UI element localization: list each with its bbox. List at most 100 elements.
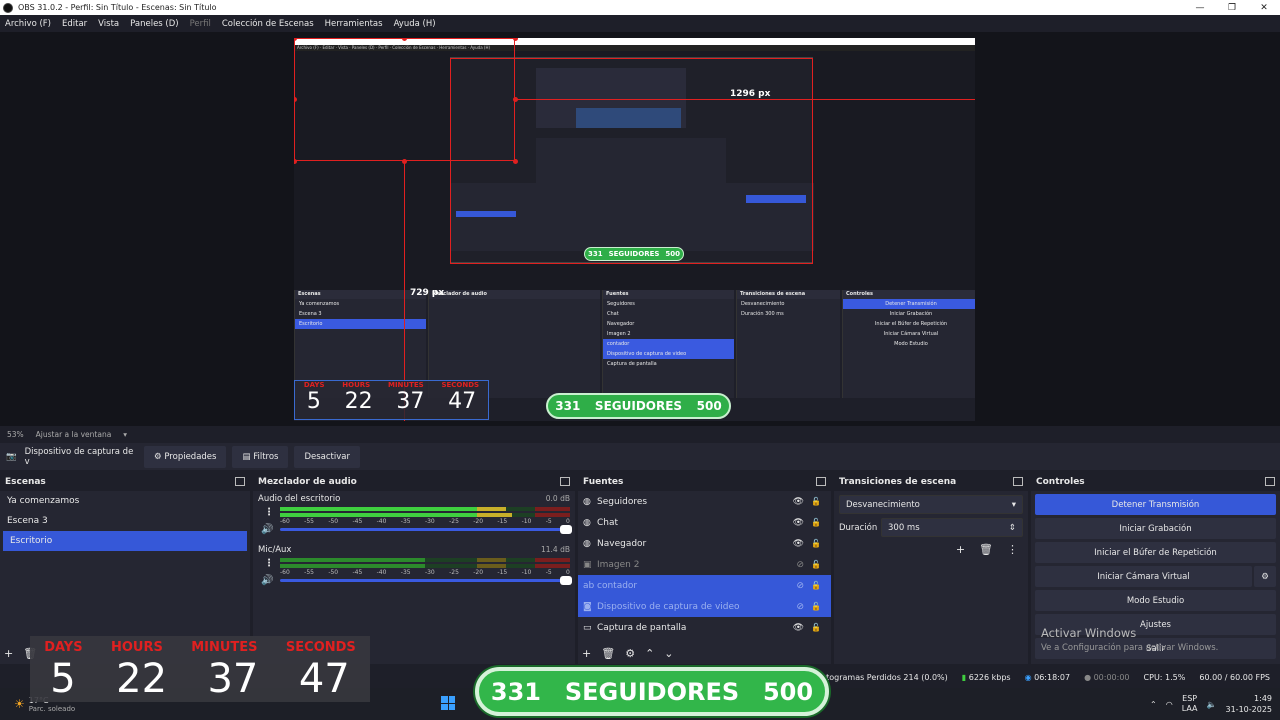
scenes-title: Escenas: [5, 476, 46, 487]
chevron-down-icon: ▾: [1011, 499, 1016, 510]
source-item[interactable]: ◍ Navegador 👁 🔓: [578, 533, 831, 554]
lock-icon[interactable]: 🔓: [811, 539, 821, 548]
eye-hidden-icon[interactable]: ⊘: [796, 602, 804, 612]
chevron-up-icon[interactable]: ⌃: [645, 647, 654, 660]
eye-icon[interactable]: 👁: [793, 623, 804, 633]
menu-ayuda[interactable]: Ayuda (H): [394, 19, 436, 29]
scene-item[interactable]: Ya comenzamos: [0, 491, 250, 511]
gear-icon: ⚙: [154, 451, 165, 462]
source-item[interactable]: ◍ Seguidores 👁 🔓: [578, 491, 831, 512]
deactivate-button[interactable]: Desactivar: [294, 445, 360, 468]
image-icon: ▣: [583, 559, 592, 570]
handle-br[interactable]: [513, 159, 518, 164]
meter-ticks: -60 -55 -50 -45 -40 -35 -30 -25 -20 -15 -10 -5 0: [280, 518, 570, 525]
language-indicator[interactable]: ESP LAA: [1182, 694, 1198, 714]
popout-icon[interactable]: [816, 477, 826, 486]
eye-icon[interactable]: 👁: [793, 539, 804, 549]
zoom-bar: 53% Ajustar a la ventana ▾: [0, 426, 1280, 442]
lock-icon[interactable]: 🔓: [811, 623, 821, 632]
gear-icon[interactable]: ⚙: [625, 647, 635, 660]
chevron-down-icon[interactable]: ⌄: [664, 647, 673, 660]
fps: 60.00 / 60.00 FPS: [1199, 673, 1270, 682]
speaker-icon[interactable]: 🔊: [261, 575, 273, 586]
trash-icon[interactable]: 🗑: [979, 543, 993, 556]
popout-icon[interactable]: [235, 477, 245, 486]
add-icon[interactable]: +: [582, 647, 591, 660]
trash-icon[interactable]: 🗑: [601, 647, 615, 660]
handle-bc[interactable]: [402, 159, 407, 164]
eye-hidden-icon[interactable]: ⊘: [796, 560, 804, 570]
filters-button[interactable]: ▤ Filtros: [232, 445, 289, 468]
close-icon[interactable]: ✕: [1248, 3, 1280, 13]
menu-paneles[interactable]: Paneles (D): [130, 19, 178, 29]
properties-button[interactable]: ⚙ Propiedades: [144, 445, 227, 468]
replay-buffer-button[interactable]: Iniciar el Búfer de Repetición: [1035, 542, 1276, 563]
menu-editar[interactable]: Editar: [62, 19, 87, 29]
gear-icon[interactable]: ⚙: [1254, 566, 1276, 587]
menu-perfil[interactable]: Perfil: [190, 19, 211, 29]
source-item[interactable]: ▣ Imagen 2 ⊘ 🔓: [578, 554, 831, 575]
handle-mr[interactable]: [513, 97, 518, 102]
counter-label: MINUTES: [191, 640, 258, 655]
menu-archivo[interactable]: Archivo (F): [5, 19, 51, 29]
add-icon[interactable]: +: [956, 543, 965, 556]
kebab-menu-icon[interactable]: ⋮: [264, 558, 274, 569]
camera-icon: ◙: [583, 601, 592, 612]
globe-icon: ◍: [583, 517, 591, 528]
wifi-icon[interactable]: ◠: [1166, 700, 1173, 709]
stop-streaming-button[interactable]: Detener Transmisión: [1035, 494, 1276, 515]
duration-spinbox[interactable]: 300 ms ⇕: [881, 518, 1023, 537]
add-icon[interactable]: +: [4, 647, 13, 660]
lock-icon[interactable]: 🔓: [811, 518, 821, 527]
chevron-up-icon[interactable]: ⌃: [1150, 700, 1157, 709]
scene-item-selected[interactable]: Escritorio: [3, 531, 247, 551]
lock-icon[interactable]: 🔓: [811, 602, 821, 611]
scene-item[interactable]: Escena 3: [0, 511, 250, 531]
followers-goal: 500: [762, 677, 814, 706]
volume-slider[interactable]: [280, 576, 572, 585]
preview-canvas[interactable]: Archivo (F) · Editar · Vista · Paneles (…: [294, 38, 975, 421]
nested-followers-pill-large: 331 SEGUIDORES 500: [546, 393, 731, 419]
maximize-icon[interactable]: ❐: [1216, 3, 1248, 13]
source-item-selected[interactable]: ◙ Dispositivo de captura de video ⊘ 🔓: [578, 596, 831, 617]
lock-icon[interactable]: 🔓: [811, 497, 821, 506]
eye-icon[interactable]: 👁: [793, 518, 804, 528]
weather-icon: ☀: [14, 697, 25, 711]
chevron-down-icon[interactable]: ▾: [123, 430, 127, 439]
speaker-icon[interactable]: 🔈: [1207, 700, 1217, 709]
source-item-selected[interactable]: ab contador ⊘ 🔓: [578, 575, 831, 596]
source-item[interactable]: ▭ Captura de pantalla 👁 🔓: [578, 617, 831, 638]
handle-bl[interactable]: [294, 159, 297, 164]
clock[interactable]: 1:49 31-10-2025: [1226, 693, 1273, 715]
kebab-menu-icon[interactable]: ⋮: [264, 507, 274, 518]
menu-herramientas[interactable]: Herramientas: [325, 19, 383, 29]
volume-slider[interactable]: [280, 525, 572, 534]
eye-icon[interactable]: 👁: [793, 497, 804, 507]
menu-coleccion[interactable]: Colección de Escenas: [222, 19, 314, 29]
counter-label: HOURS: [110, 640, 163, 655]
popout-icon[interactable]: [1265, 477, 1275, 486]
meter-ticks: -60 -55 -50 -45 -40 -35 -30 -25 -20 -15 -10 -5 0: [280, 569, 570, 576]
eye-hidden-icon[interactable]: ⊘: [796, 581, 804, 591]
speaker-icon[interactable]: 🔊: [261, 524, 273, 535]
window-title: OBS 31.0.2 - Perfil: Sin Título - Escena…: [18, 3, 217, 12]
mixer-channel: Mic/Aux 11.4 dB ⋮ -60 -55 -50 -45 -40 -35 -30 -2…: [258, 545, 572, 593]
lock-icon[interactable]: 🔓: [811, 581, 821, 590]
source-item[interactable]: ◍ Chat 👁 🔓: [578, 512, 831, 533]
popout-icon[interactable]: [1013, 477, 1023, 486]
lock-icon[interactable]: 🔓: [811, 560, 821, 569]
minimize-icon[interactable]: —: [1184, 3, 1216, 13]
virtual-camera-button[interactable]: Iniciar Cámara Virtual: [1035, 566, 1252, 587]
popout-icon[interactable]: [560, 477, 570, 486]
transitions-dock: Transiciones de escena Desvanecimiento ▾ …: [834, 472, 1028, 664]
transition-select[interactable]: Desvanecimiento ▾: [839, 495, 1023, 514]
start-recording-button[interactable]: Iniciar Grabación: [1035, 518, 1276, 539]
windows-activation-watermark: Activar Windows Ve a Configuración para …: [1041, 626, 1219, 653]
windows-start-icon[interactable]: [441, 696, 455, 710]
zoom-mode[interactable]: Ajustar a la ventana: [36, 430, 112, 439]
kebab-menu-icon[interactable]: ⋮: [1007, 543, 1018, 556]
studio-mode-button[interactable]: Modo Estudio: [1035, 590, 1276, 611]
mixer-title: Mezclador de audio: [258, 476, 357, 487]
menu-vista[interactable]: Vista: [98, 19, 119, 29]
counter-label: SECONDS: [285, 640, 356, 655]
